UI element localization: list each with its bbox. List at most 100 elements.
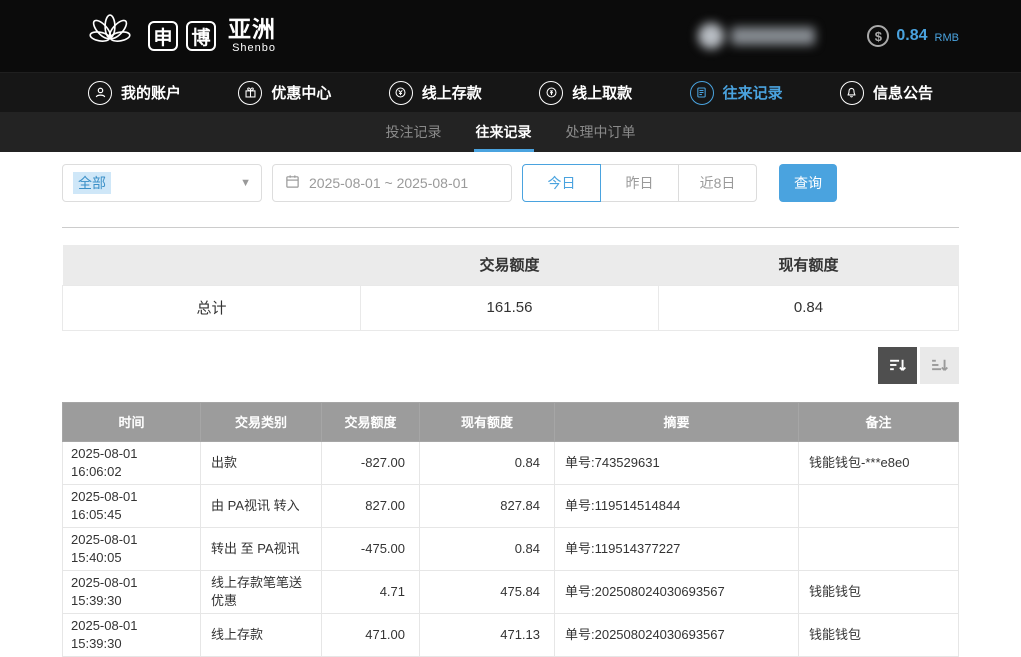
cell-type: 出款 [201,441,322,484]
deposit-icon [389,81,413,105]
cell-time: 2025-08-01 15:39:30 [63,613,201,656]
cell-note: 钱能钱包-***e8e0 [799,441,959,484]
balance-amount: 0.84 [896,27,927,45]
today-button[interactable]: 今日 [522,164,601,202]
table-row: 2025-08-01 16:05:45由 PA视讯 转入827.00827.84… [63,484,959,527]
cell-amount: -475.00 [322,527,420,570]
summary-total-label: 总计 [63,285,361,330]
nav-item-online-deposit[interactable]: 线上存款 [389,81,482,105]
date-range-value: 2025-08-01 ~ 2025-08-01 [309,175,468,191]
cell-type: 转出 至 PA视讯 [201,527,322,570]
nav-label: 线上取款 [572,82,632,103]
money-icon: $ [867,25,889,47]
summary-row: 总计 161.56 0.84 [63,285,959,330]
sort-ascending-button[interactable] [920,347,959,384]
records-table: 时间交易类别交易额度现有额度摘要备注 2025-08-01 16:06:02出款… [62,402,959,657]
table-row: 2025-08-01 15:39:30线上存款笔笔送优惠4.71475.84单号… [63,570,959,613]
cell-type: 线上存款笔笔送优惠 [201,570,322,613]
nav-item-my-account[interactable]: 我的账户 [88,81,181,105]
site-logo[interactable]: 申 博 亚洲 Shenbo [84,8,276,65]
balance-currency: RMB [935,32,959,44]
nav-label: 优惠中心 [271,82,331,103]
last-8-days-button[interactable]: 近8日 [678,164,757,202]
cell-balance: 475.84 [420,570,555,613]
summary-current-balance: 0.84 [659,285,959,330]
search-button[interactable]: 查询 [779,164,837,202]
sort-descending-button[interactable] [878,347,917,384]
cell-time: 2025-08-01 16:06:02 [63,441,201,484]
announcement-icon [840,81,864,105]
content-area: 全部 ▼ 2025-08-01 ~ 2025-08-01 今日 昨日 近8日 查… [0,152,1021,657]
nav-item-promotions[interactable]: 优惠中心 [238,81,331,105]
column-header: 备注 [799,402,959,441]
nav-item-transaction-records[interactable]: 往来记录 [690,81,783,105]
cell-balance: 0.84 [420,527,555,570]
cell-note [799,527,959,570]
cell-note: 钱能钱包 [799,613,959,656]
cell-summary: 单号:119514514844 [555,484,799,527]
quick-date-group: 今日 昨日 近8日 [522,164,757,202]
cell-balance: 827.84 [420,484,555,527]
transaction-type-select[interactable]: 全部 ▼ [62,164,262,202]
summary-header-current-balance: 现有额度 [659,245,959,285]
chevron-down-icon: ▼ [240,177,251,189]
summary-table: 交易额度 现有额度 总计 161.56 0.84 [62,245,959,331]
column-header: 摘要 [555,402,799,441]
tab-processing-orders[interactable]: 处理中订单 [564,112,638,152]
yesterday-button[interactable]: 昨日 [600,164,679,202]
cell-amount: 827.00 [322,484,420,527]
cell-time: 2025-08-01 15:40:05 [63,527,201,570]
records-icon [690,81,714,105]
sort-controls [62,347,959,384]
withdraw-icon [539,81,563,105]
date-range-input[interactable]: 2025-08-01 ~ 2025-08-01 [272,164,512,202]
nav-label: 线上存款 [422,82,482,103]
cell-amount: 4.71 [322,570,420,613]
cell-summary: 单号:743529631 [555,441,799,484]
username-blur-bar [731,27,815,45]
logo-char-shen: 申 [148,21,178,51]
gift-icon [238,81,262,105]
tab-transaction-records[interactable]: 往来记录 [474,112,534,152]
records-tbody: 2025-08-01 16:06:02出款-827.000.84单号:74352… [63,441,959,656]
calendar-icon [285,174,300,192]
summary-header-transaction-amount: 交易额度 [361,245,659,285]
sub-nav: 投注记录 往来记录 处理中订单 [0,112,1021,152]
username-redacted[interactable] [698,23,815,49]
main-nav: 我的账户 优惠中心 线上存款 线上取款 [0,72,1021,112]
summary-transaction-amount: 161.56 [361,285,659,330]
account-balance: $ 0.84 RMB [867,25,959,47]
nav-item-announcements[interactable]: 信息公告 [840,81,933,105]
summary-header-row: 交易额度 现有额度 [63,245,959,285]
logo-char-bo: 博 [186,21,216,51]
cell-note: 钱能钱包 [799,570,959,613]
cell-summary: 单号:202508024030693567 [555,570,799,613]
cell-time: 2025-08-01 16:05:45 [63,484,201,527]
logo-en: Shenbo [228,43,276,54]
logo-cn-sub: 亚洲 [228,18,276,41]
tab-betting-records[interactable]: 投注记录 [384,112,444,152]
cell-note [799,484,959,527]
cell-time: 2025-08-01 15:39:30 [63,570,201,613]
flower-logo-icon [84,8,136,65]
top-header: 申 博 亚洲 Shenbo $ 0.84 RMB [0,0,1021,72]
table-row: 2025-08-01 15:40:05转出 至 PA视讯-475.000.84单… [63,527,959,570]
nav-item-online-withdrawal[interactable]: 线上取款 [539,81,632,105]
cell-balance: 0.84 [420,441,555,484]
filter-row: 全部 ▼ 2025-08-01 ~ 2025-08-01 今日 昨日 近8日 查… [62,164,959,202]
column-header: 时间 [63,402,201,441]
cell-amount: 471.00 [322,613,420,656]
cell-amount: -827.00 [322,441,420,484]
cell-summary: 单号:202508024030693567 [555,613,799,656]
cell-type: 由 PA视讯 转入 [201,484,322,527]
nav-label: 我的账户 [121,82,181,103]
nav-label: 往来记录 [723,82,783,103]
user-icon [88,81,112,105]
table-row: 2025-08-01 15:39:30线上存款471.00471.13单号:20… [63,613,959,656]
column-header: 交易额度 [322,402,420,441]
divider [62,227,959,228]
summary-header-empty [63,245,361,285]
cell-balance: 471.13 [420,613,555,656]
records-header-row: 时间交易类别交易额度现有额度摘要备注 [63,402,959,441]
cell-summary: 单号:119514377227 [555,527,799,570]
